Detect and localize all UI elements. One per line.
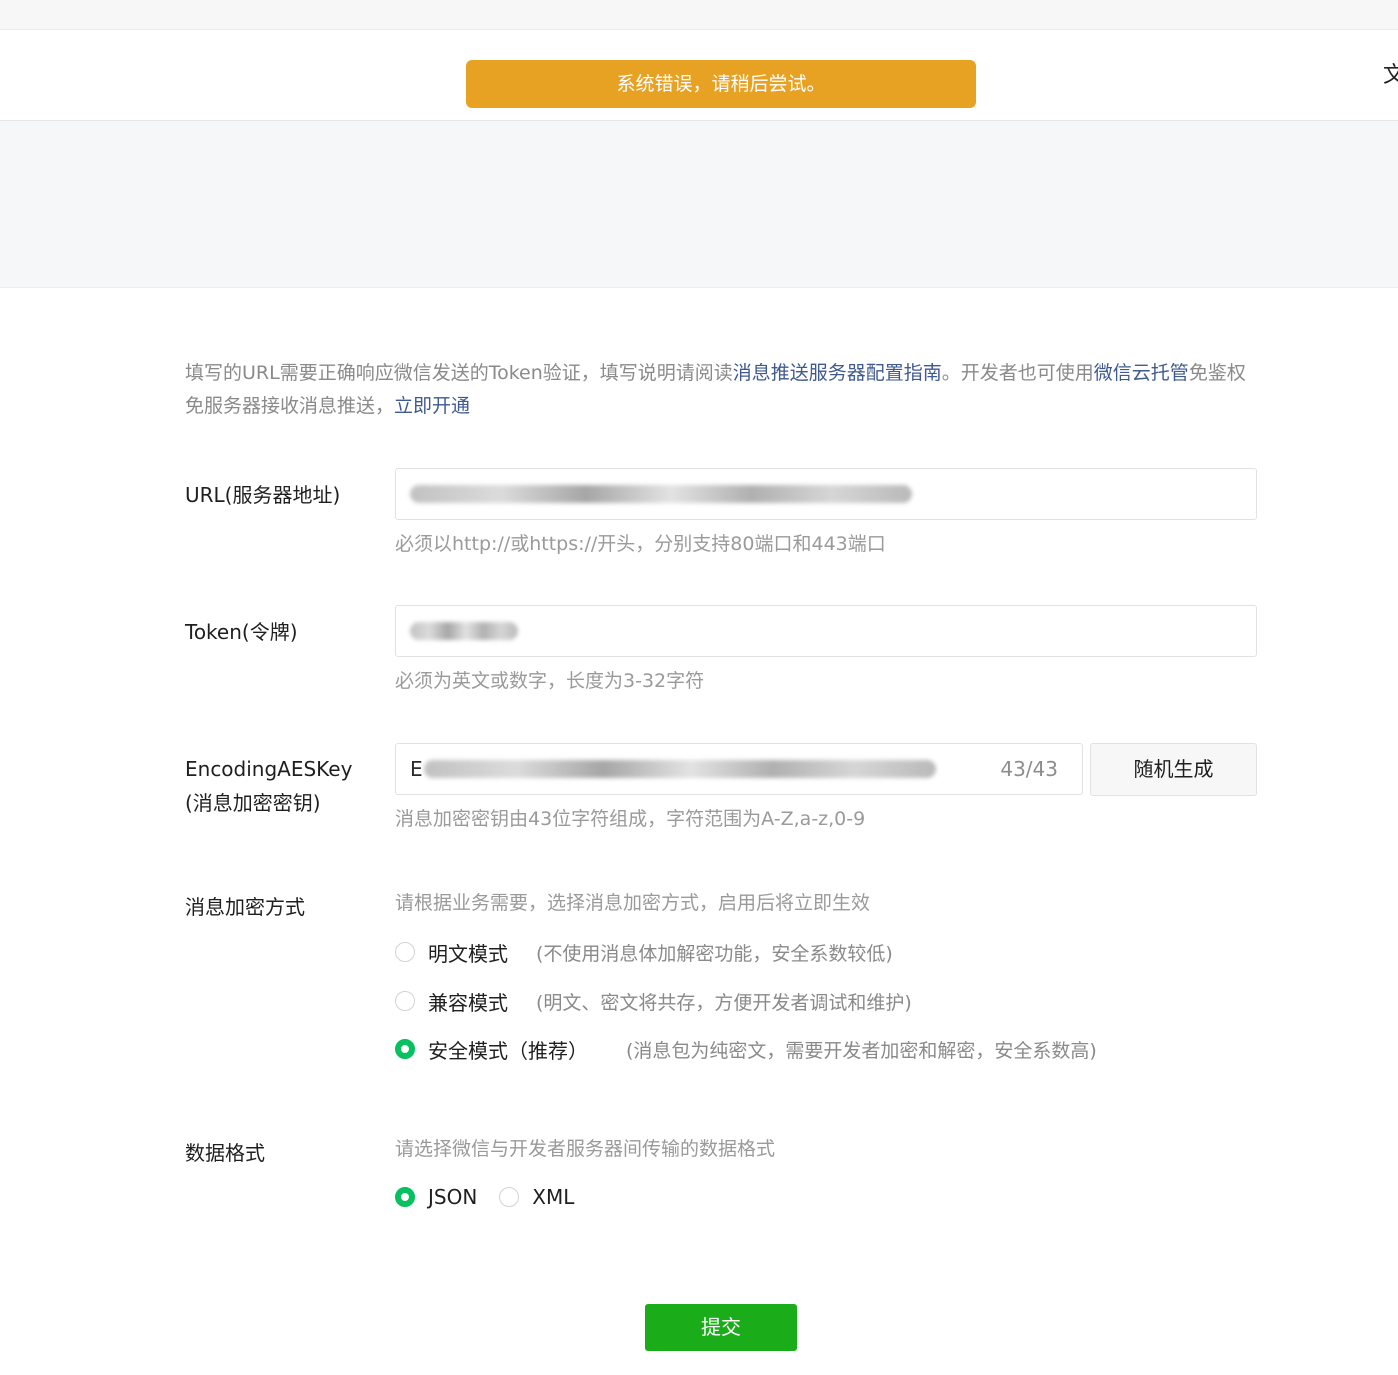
- aes-key-sublabel: (消息加密密钥): [185, 791, 321, 815]
- radio-xml-label[interactable]: XML: [532, 1185, 574, 1209]
- wechat-cloud-hosting-link[interactable]: 微信云托管: [1094, 362, 1189, 384]
- browser-top-strip: [0, 0, 1398, 30]
- data-format-options: JSON XML: [395, 1181, 602, 1213]
- aes-key-value-redacted: [424, 760, 936, 778]
- page-banner: [0, 121, 1398, 288]
- radio-compatible-label: 兼容模式: [428, 990, 508, 1015]
- token-label: Token(令牌): [185, 620, 298, 644]
- intro-text-part2: 。开发者也可使用: [941, 362, 1094, 384]
- radio-plaintext-desc: (不使用消息体加解密功能，安全系数较低): [536, 942, 893, 965]
- intro-text: 填写的URL需要正确响应微信发送的Token验证，填写说明请阅读消息推送服务器配…: [185, 357, 1260, 423]
- radio-xml-circle[interactable]: [499, 1187, 520, 1207]
- intro-text-part1: 填写的URL需要正确响应微信发送的Token验证，填写说明请阅读: [185, 362, 733, 384]
- radio-secure-mode[interactable]: 安全模式（推荐） (消息包为纯密文，需要开发者加密和解密，安全系数高): [395, 1033, 1097, 1065]
- aes-key-counter: 43/43: [1000, 757, 1058, 781]
- radio-plaintext-mode[interactable]: 明文模式 (不使用消息体加解密功能，安全系数较低): [395, 936, 893, 968]
- encryption-mode-hint: 请根据业务需要，选择消息加密方式，启用后将立即生效: [395, 892, 871, 914]
- random-generate-button[interactable]: 随机生成: [1090, 743, 1257, 796]
- aes-key-prefix: E: [410, 757, 423, 781]
- header-edge-text: 文: [1383, 63, 1398, 88]
- activate-now-link[interactable]: 立即开通: [394, 395, 470, 417]
- radio-secure-label: 安全模式（推荐）: [428, 1038, 588, 1063]
- aes-key-input[interactable]: E 43/43: [395, 743, 1083, 795]
- server-config-guide-link[interactable]: 消息推送服务器配置指南: [733, 362, 942, 384]
- aes-key-hint: 消息加密密钥由43位字符组成，字符范围为A-Z,a-z,0-9: [395, 808, 866, 830]
- radio-plaintext-label: 明文模式: [428, 941, 508, 966]
- url-value-redacted: [410, 485, 912, 503]
- radio-compatible-desc: (明文、密文将共存，方便开发者调试和维护): [536, 991, 912, 1014]
- token-hint: 必须为英文或数字，长度为3-32字符: [395, 670, 705, 692]
- url-label: URL(服务器地址): [185, 483, 341, 507]
- aes-key-label: EncodingAESKey: [185, 757, 353, 781]
- radio-secure-desc: (消息包为纯密文，需要开发者加密和解密，安全系数高): [626, 1039, 1097, 1062]
- radio-json-label[interactable]: JSON: [428, 1185, 477, 1209]
- url-hint: 必须以http://或https://开头，分别支持80端口和443端口: [395, 533, 886, 555]
- token-input[interactable]: [395, 605, 1257, 657]
- encryption-mode-label: 消息加密方式: [185, 895, 305, 919]
- radio-plaintext-circle[interactable]: [395, 942, 415, 962]
- radio-secure-circle[interactable]: [395, 1039, 415, 1059]
- submit-button[interactable]: 提交: [645, 1304, 797, 1351]
- error-toast: 系统错误，请稍后尝试。: [466, 60, 976, 108]
- radio-compatible-mode[interactable]: 兼容模式 (明文、密文将共存，方便开发者调试和维护): [395, 985, 912, 1017]
- url-input[interactable]: [395, 468, 1257, 520]
- token-value-redacted: [410, 622, 518, 640]
- data-format-hint: 请选择微信与开发者服务器间传输的数据格式: [395, 1138, 776, 1160]
- data-format-label: 数据格式: [185, 1141, 265, 1165]
- radio-compatible-circle[interactable]: [395, 991, 415, 1011]
- radio-json-circle[interactable]: [395, 1187, 415, 1207]
